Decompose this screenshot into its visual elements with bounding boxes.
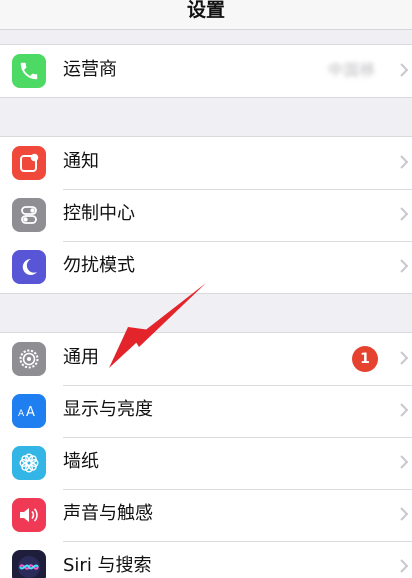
settings-row-label: 通知: [63, 151, 99, 172]
display-aa-icon: AA: [12, 394, 46, 428]
settings-group-notifications: 通知 控制中心 勿扰模式: [0, 136, 412, 294]
notifications-icon: [12, 146, 46, 180]
settings-row-control-center[interactable]: 控制中心: [0, 189, 412, 241]
chevron-right-icon: [400, 155, 408, 169]
settings-row-sounds-haptics[interactable]: 声音与触感: [0, 489, 412, 541]
carrier-value: 中国移: [327, 61, 376, 79]
page-title: 设置: [186, 0, 225, 21]
chevron-right-icon: [400, 455, 408, 469]
gear-icon: [12, 342, 46, 376]
settings-row-label: 墙纸: [63, 451, 99, 472]
chevron-right-icon: [400, 207, 408, 221]
svg-text:A: A: [26, 405, 35, 420]
settings-row-display-brightness[interactable]: AA 显示与亮度: [0, 385, 412, 437]
settings-row-siri-search[interactable]: Siri 与搜索: [0, 541, 412, 578]
settings-row-label: 控制中心: [63, 203, 135, 224]
settings-row-label: 通用: [63, 347, 99, 368]
settings-row-general[interactable]: 通用 1: [0, 333, 412, 385]
svg-text:A: A: [18, 409, 25, 419]
settings-row-do-not-disturb[interactable]: 勿扰模式: [0, 241, 412, 293]
chevron-right-icon: [400, 63, 408, 77]
settings-row-label: 勿扰模式: [63, 255, 135, 276]
chevron-right-icon: [400, 259, 408, 273]
settings-group-general: 通用 1 AA 显示与亮度 墙纸 声音与触感 Siri 与搜索: [0, 332, 412, 578]
speaker-icon: [12, 498, 46, 532]
navigation-bar: 设置: [0, 0, 412, 30]
notification-badge: 1: [352, 346, 378, 372]
control-center-icon: [12, 198, 46, 232]
chevron-right-icon: [400, 559, 408, 573]
settings-row-carrier[interactable]: 运营商 中国移: [0, 45, 412, 97]
chevron-right-icon: [400, 351, 408, 365]
settings-row-wallpaper[interactable]: 墙纸: [0, 437, 412, 489]
settings-row-label: 声音与触感: [63, 503, 153, 524]
settings-row-label: 运营商: [63, 59, 117, 80]
settings-row-label: Siri 与搜索: [63, 555, 152, 576]
moon-icon: [12, 250, 46, 284]
siri-icon: [12, 550, 46, 578]
chevron-right-icon: [400, 507, 408, 521]
wallpaper-flower-icon: [12, 446, 46, 480]
settings-group-carrier: 运营商 中国移: [0, 44, 412, 98]
settings-row-label: 显示与亮度: [63, 399, 153, 420]
phone-icon: [12, 54, 46, 88]
chevron-right-icon: [400, 403, 408, 417]
settings-row-notifications[interactable]: 通知: [0, 137, 412, 189]
